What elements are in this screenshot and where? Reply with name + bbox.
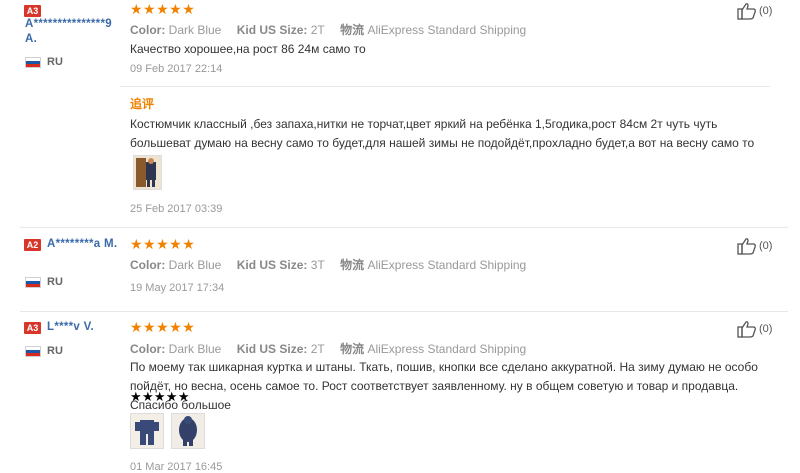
rating-stars: ★★★★★ bbox=[130, 1, 196, 17]
reviewer-country: RU bbox=[47, 345, 63, 357]
divider bbox=[120, 86, 770, 87]
reviewer-country: RU bbox=[47, 56, 63, 68]
helpful-count: (0) bbox=[759, 323, 773, 335]
review-text-stars: ★★★★★ bbox=[130, 389, 190, 404]
buyer-level-badge: A2 bbox=[24, 239, 41, 251]
color-value: Dark Blue bbox=[168, 258, 222, 272]
review-divider bbox=[20, 311, 788, 312]
thumbs-up-icon bbox=[737, 3, 756, 20]
reviewer-name[interactable]: A***************9 A. bbox=[25, 17, 127, 47]
helpful-button[interactable]: (0) bbox=[737, 2, 772, 20]
shipping-label: 物流 bbox=[340, 342, 365, 356]
russia-flag-icon bbox=[25, 346, 41, 357]
rating-stars: ★★★★★ bbox=[130, 319, 196, 335]
color-value: Dark Blue bbox=[168, 342, 222, 356]
thumbs-up-icon bbox=[737, 321, 756, 338]
russia-flag-icon bbox=[25, 277, 41, 288]
order-info: Color: Dark Blue Kid US Size: 2T 物流 AliE… bbox=[130, 340, 526, 357]
order-info: Color: Dark Blue Kid US Size: 2T 物流 AliE… bbox=[130, 21, 526, 38]
color-label: Color: bbox=[130, 23, 166, 37]
review-date: 09 Feb 2017 22:14 bbox=[130, 63, 223, 75]
helpful-count: (0) bbox=[759, 5, 773, 17]
review-divider bbox=[20, 227, 788, 228]
shipping-value: AliExpress Standard Shipping bbox=[367, 342, 527, 356]
review-text: Качество хорошее,на рост 86 24м само то bbox=[130, 42, 366, 56]
color-label: Color: bbox=[130, 342, 166, 356]
size-value: 3T bbox=[310, 258, 325, 272]
helpful-button[interactable]: (0) bbox=[737, 320, 772, 338]
shipping-label: 物流 bbox=[340, 23, 365, 37]
color-value: Dark Blue bbox=[168, 23, 222, 37]
russia-flag-icon bbox=[25, 57, 41, 68]
additional-feedback-date: 25 Feb 2017 03:39 bbox=[130, 203, 223, 215]
helpful-count: (0) bbox=[759, 240, 773, 252]
thumbs-up-icon bbox=[737, 238, 756, 255]
reviewer-country: RU bbox=[47, 276, 63, 288]
buyer-level-badge: A3 bbox=[24, 322, 41, 334]
order-info: Color: Dark Blue Kid US Size: 3T 物流 AliE… bbox=[130, 256, 526, 273]
additional-feedback-label: 追评 bbox=[130, 97, 155, 111]
color-label: Color: bbox=[130, 258, 166, 272]
shipping-label: 物流 bbox=[340, 258, 365, 272]
size-label: Kid US Size: bbox=[236, 23, 308, 37]
review-photo[interactable] bbox=[171, 413, 205, 449]
additional-feedback-text: Костюмчик классный ,без запаха,нитки не … bbox=[130, 117, 755, 150]
review-date: 19 May 2017 17:34 bbox=[130, 282, 225, 294]
size-label: Kid US Size: bbox=[236, 258, 308, 272]
buyer-level-badge: A3 bbox=[24, 5, 41, 17]
review-photo[interactable] bbox=[130, 413, 164, 449]
review-date: 01 Mar 2017 16:45 bbox=[130, 461, 223, 473]
shipping-value: AliExpress Standard Shipping bbox=[367, 23, 527, 37]
rating-stars: ★★★★★ bbox=[130, 236, 196, 252]
helpful-button[interactable]: (0) bbox=[737, 237, 772, 255]
review-text: По моему так шикарная куртка и штаны. Тк… bbox=[130, 360, 758, 412]
size-value: 2T bbox=[310, 23, 325, 37]
shipping-value: AliExpress Standard Shipping bbox=[367, 258, 527, 272]
size-label: Kid US Size: bbox=[236, 342, 308, 356]
size-value: 2T bbox=[310, 342, 325, 356]
review-photo[interactable] bbox=[133, 155, 162, 190]
